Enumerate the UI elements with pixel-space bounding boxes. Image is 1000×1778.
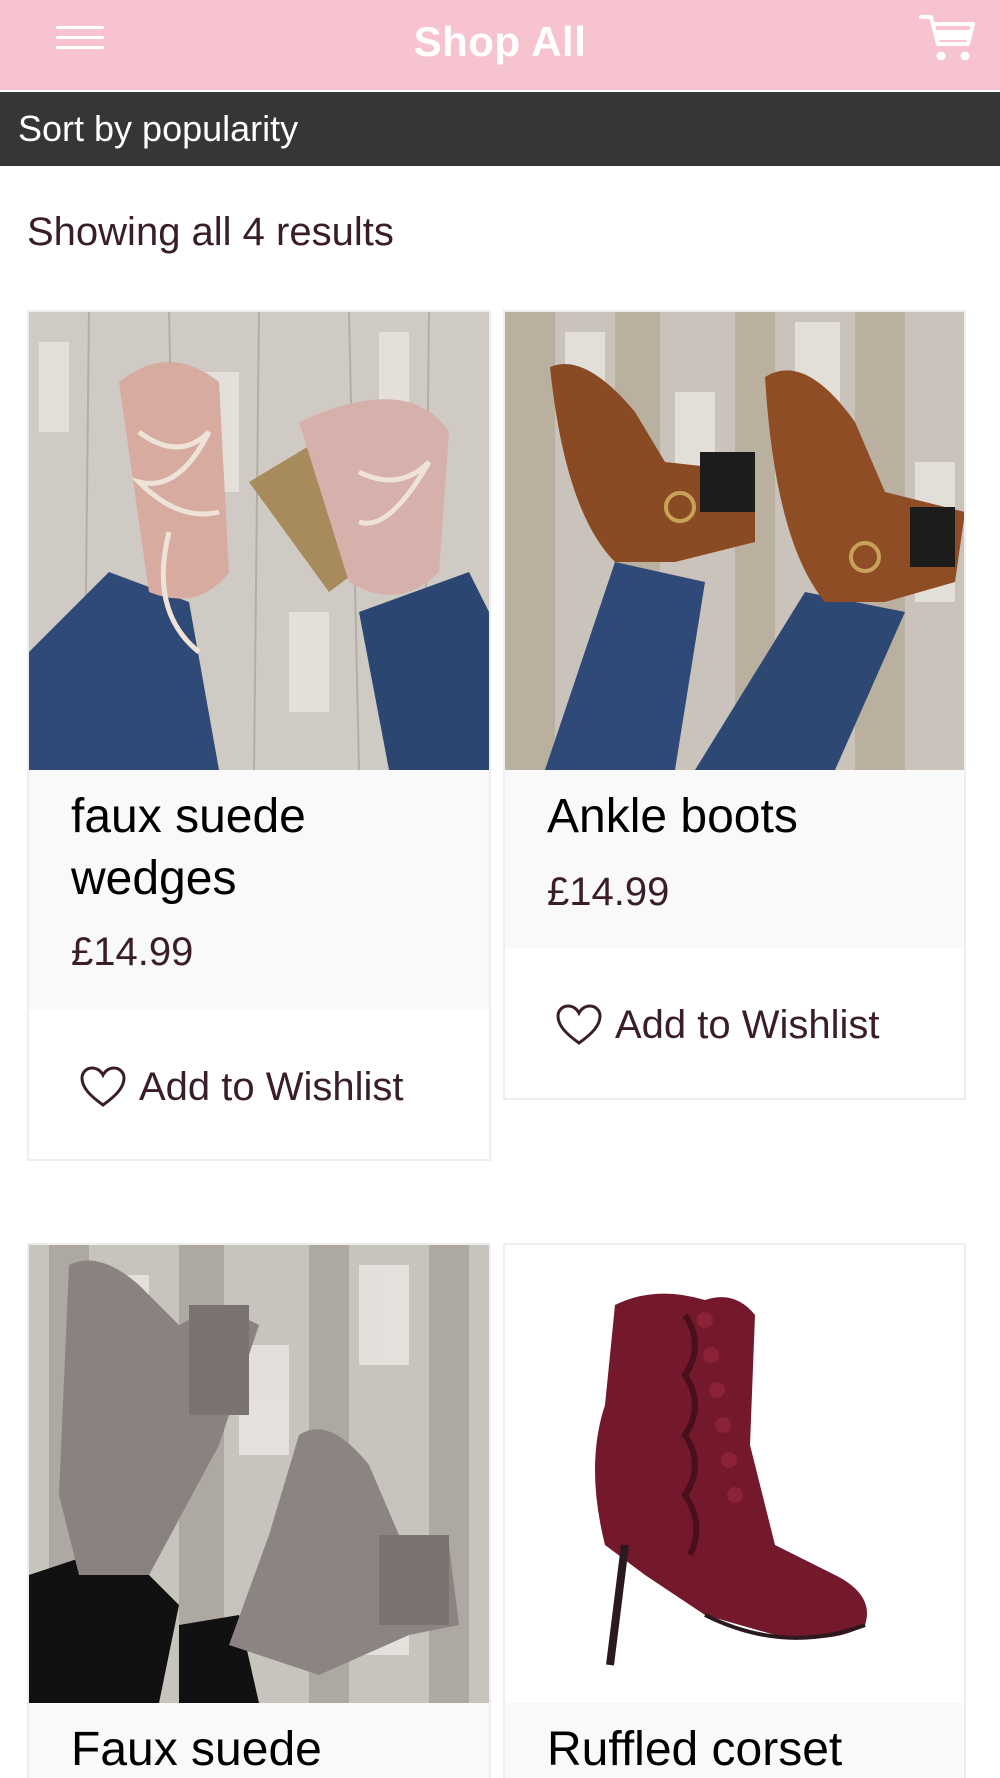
shopping-cart-icon[interactable] [918, 12, 976, 64]
product-info: Faux suede [29, 1703, 489, 1778]
sort-dropdown[interactable]: Sort by popularity [0, 92, 1000, 166]
product-card[interactable]: Ankle boots £14.99 Add to Wishlist [503, 310, 966, 1100]
product-info: Ankle boots £14.99 [505, 770, 964, 948]
product-price: £14.99 [547, 870, 670, 914]
product-image[interactable] [505, 1245, 964, 1703]
product-image[interactable] [29, 312, 489, 770]
product-price: £14.99 [71, 930, 194, 974]
wishlist-label: Add to Wishlist [615, 1002, 880, 1047]
sort-label: Sort by popularity [18, 108, 299, 149]
app-header: Shop All [0, 0, 1000, 90]
product-title[interactable]: Ruffled corset [547, 1719, 967, 1778]
product-info: Ruffled corset [505, 1703, 964, 1778]
product-info: faux suede wedges £14.99 [29, 770, 489, 1010]
product-card[interactable]: faux suede wedges £14.99 Add to Wishlist [27, 310, 491, 1161]
product-image[interactable] [505, 312, 964, 770]
wishlist-label: Add to Wishlist [139, 1064, 404, 1109]
product-image[interactable] [29, 1245, 489, 1703]
heart-icon [80, 1066, 126, 1107]
result-count: Showing all 4 results [27, 210, 394, 254]
add-to-wishlist-button[interactable]: Add to Wishlist [555, 997, 880, 1053]
product-title[interactable]: Faux suede [71, 1719, 451, 1778]
product-card[interactable]: Ruffled corset [503, 1243, 966, 1778]
heart-icon [556, 1004, 602, 1045]
product-title[interactable]: Ankle boots [547, 786, 927, 848]
add-to-wishlist-button[interactable]: Add to Wishlist [79, 1059, 404, 1115]
product-title[interactable]: faux suede wedges [71, 786, 451, 910]
page-title: Shop All [413, 18, 587, 65]
product-card[interactable]: Faux suede [27, 1243, 491, 1778]
